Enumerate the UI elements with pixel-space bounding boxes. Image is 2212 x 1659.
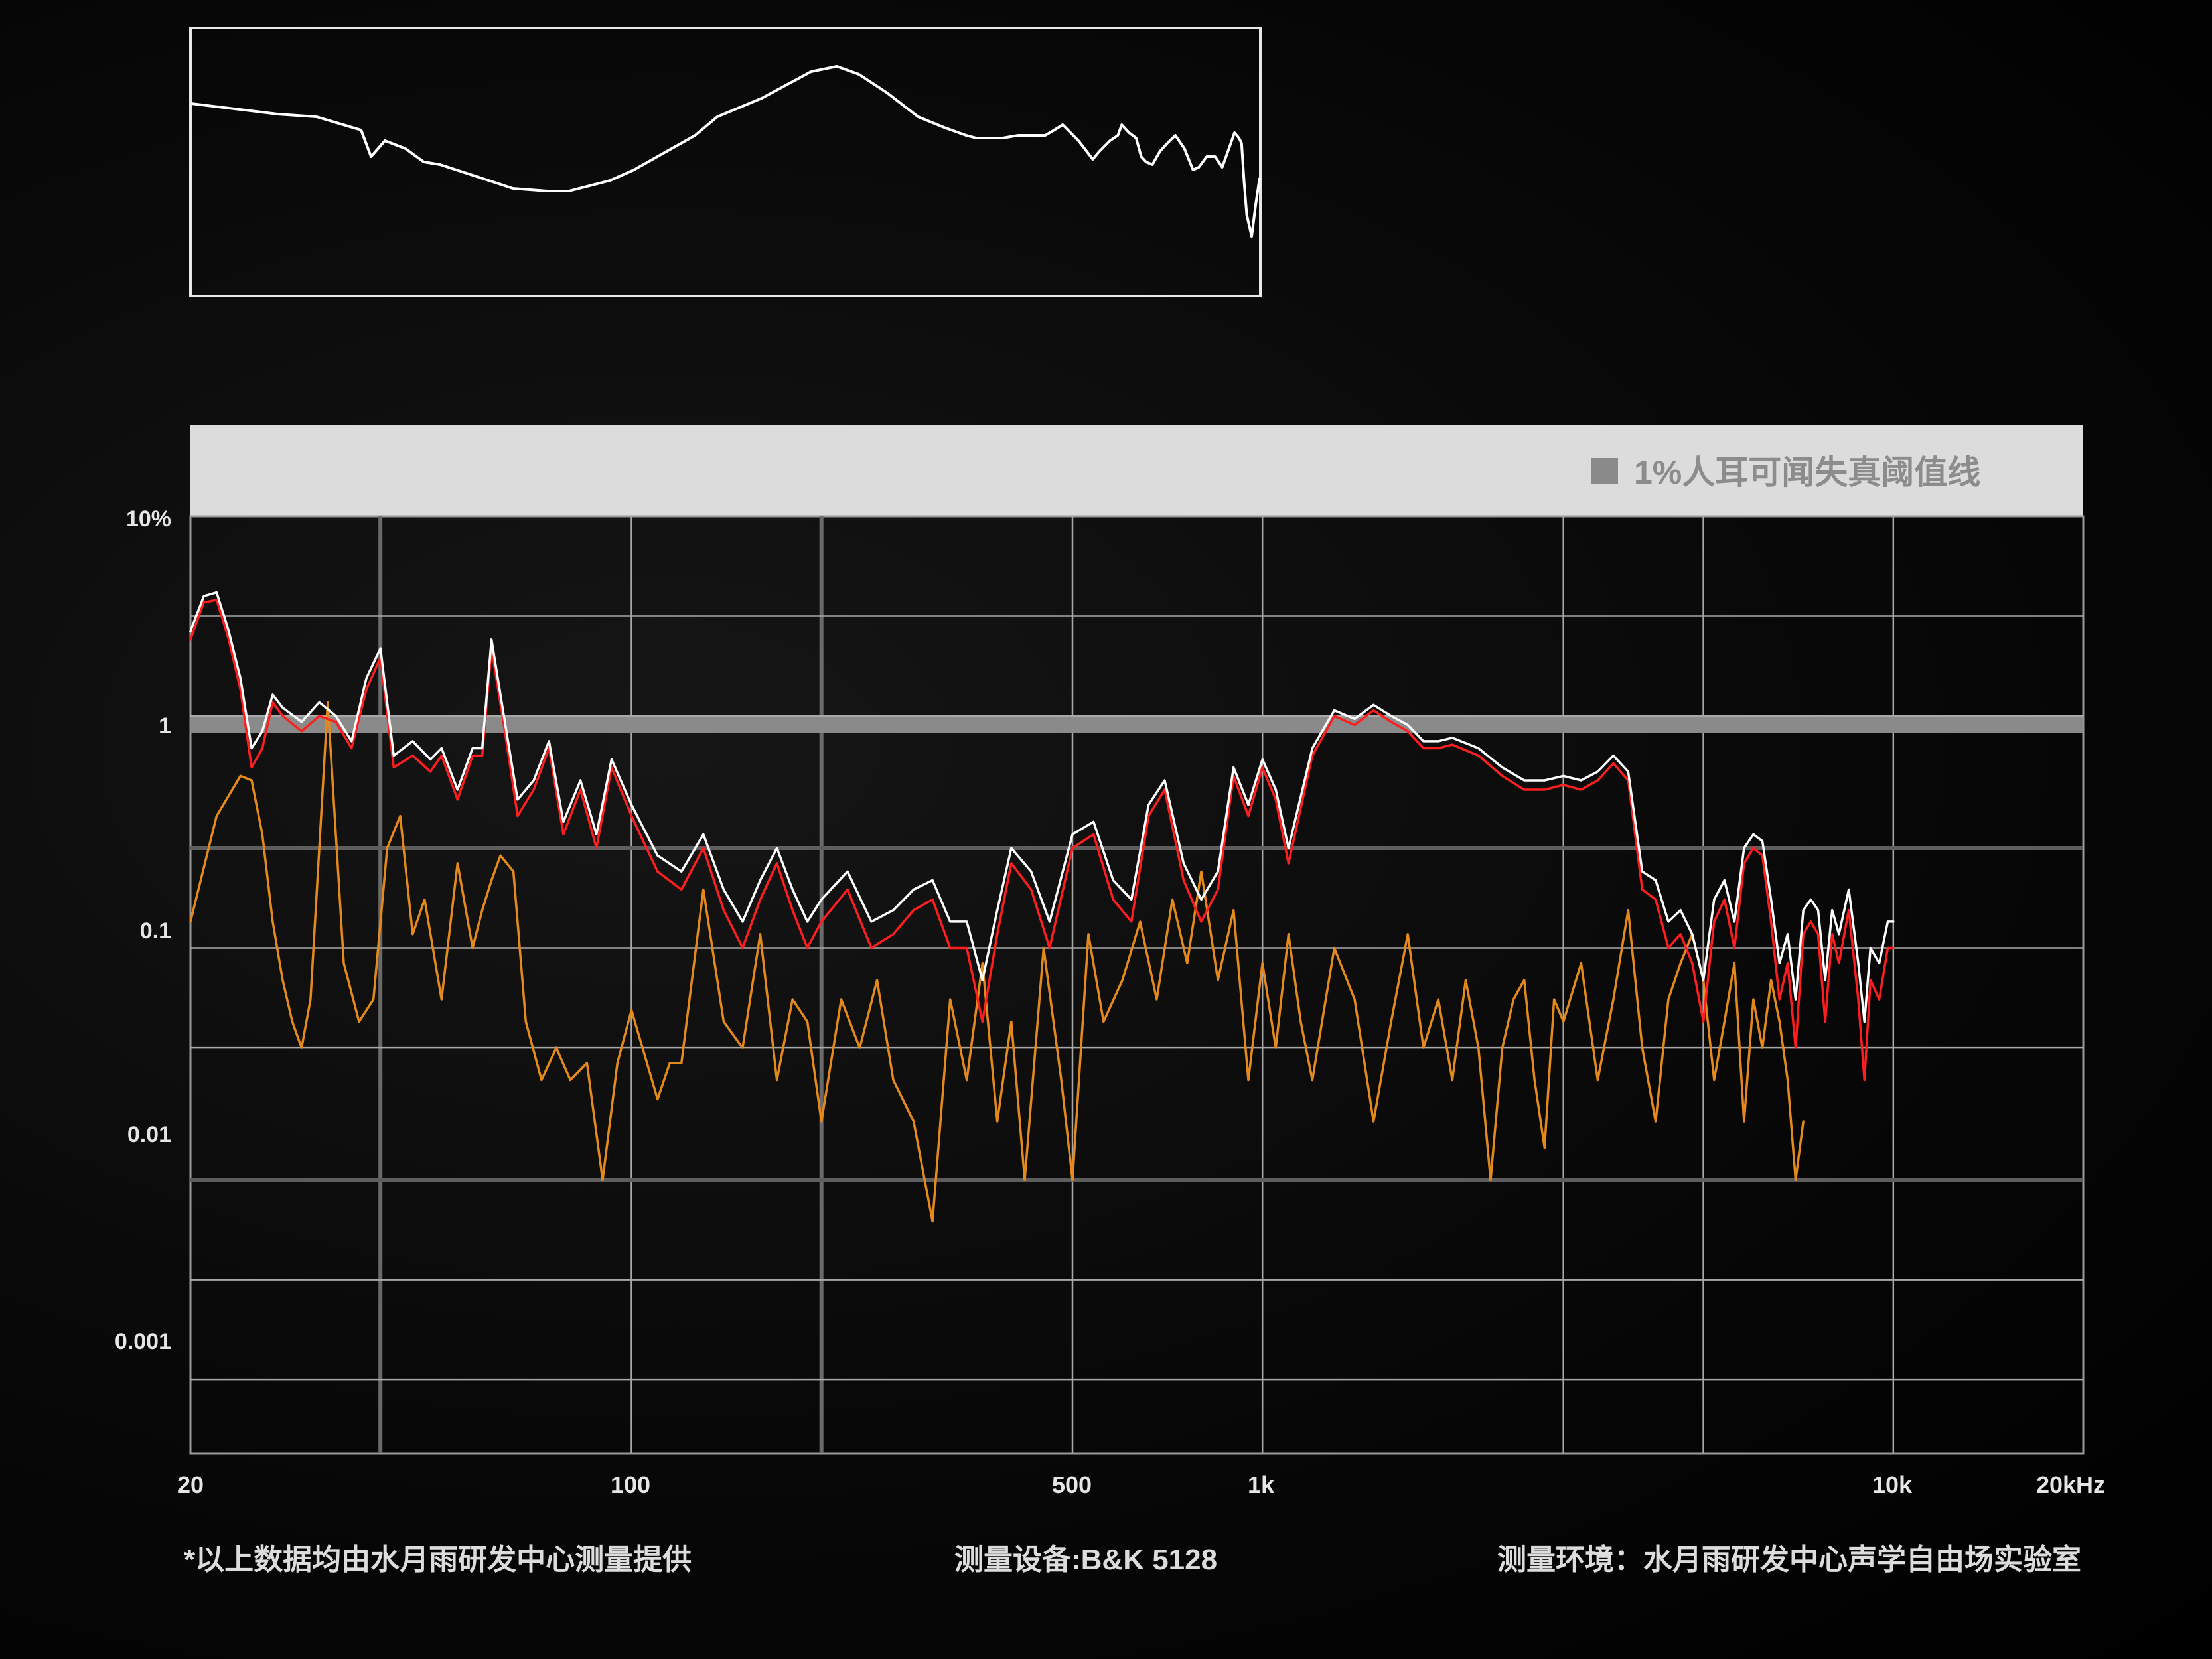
source-note: *以上数据均由水月雨研发中心测量提供 <box>184 1544 692 1576</box>
y-tick-label: 0.01 <box>127 1122 171 1147</box>
distortion-series-orange <box>189 701 1805 1223</box>
legend-swatch <box>1591 458 1618 484</box>
x-tick-label: 10k <box>1872 1471 1913 1498</box>
x-tick-label: 20kHz <box>2036 1471 2105 1498</box>
equipment-note: 测量设备:B&K 5128 <box>954 1544 1217 1576</box>
y-tick-label: 0.001 <box>115 1329 171 1354</box>
x-tick-label: 20 <box>177 1471 204 1498</box>
environment-note: 测量环境：水月雨研发中心声学自由场实验室 <box>1497 1543 2081 1576</box>
legend-label: 1%人耳可闻失真阈值线 <box>1634 454 1980 491</box>
x-tick-label: 100 <box>611 1471 650 1498</box>
y-tick-label: 1 <box>159 713 171 739</box>
y-tick-label: 10% <box>126 506 171 532</box>
distortion-chart-page: 1%人耳可闻失真阈值线 10% 1 0.1 0.01 0.001 20 100 … <box>0 0 2212 1659</box>
y-tick-label: 0.1 <box>140 918 171 944</box>
x-tick-label: 500 <box>1052 1471 1092 1498</box>
distortion-chart: 1%人耳可闻失真阈值线 10% 1 0.1 0.01 0.001 20 100 … <box>115 425 2105 1576</box>
x-tick-label: 1k <box>1248 1471 1275 1498</box>
threshold-band <box>190 717 2083 733</box>
